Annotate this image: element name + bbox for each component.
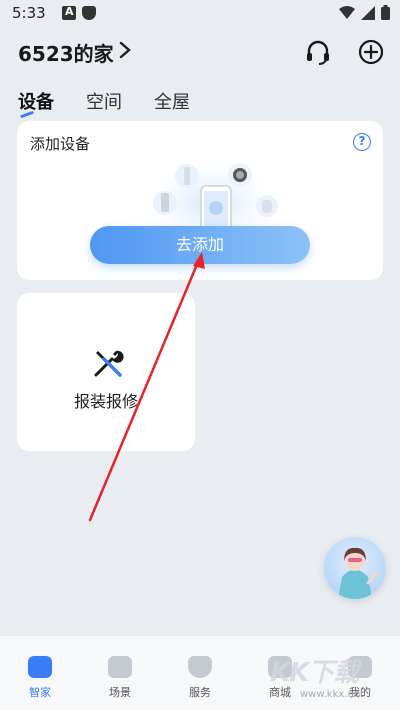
- go-add-button[interactable]: 去添加: [90, 226, 310, 264]
- home-icon: [28, 656, 52, 678]
- tab-bar: 设备 空间 全屋: [18, 88, 222, 114]
- watermark-url: www.kkx.net: [300, 689, 364, 700]
- tab-whole-house[interactable]: 全屋: [154, 88, 190, 114]
- battery-icon: [381, 5, 390, 20]
- add-circle-icon[interactable]: [357, 38, 385, 66]
- shield-notification-icon: [82, 6, 96, 20]
- chevron-right-icon[interactable]: [119, 41, 131, 59]
- wifi-icon: [339, 5, 355, 19]
- scene-icon: [108, 656, 132, 678]
- tools-icon: [94, 350, 124, 377]
- signal-icon: [361, 5, 375, 20]
- nav-label: 智家: [29, 686, 51, 699]
- status-time: 5:33: [12, 4, 46, 22]
- assistant-figure: [338, 547, 378, 599]
- notification-a-icon: [62, 5, 76, 20]
- nav-scenes[interactable]: 场景: [90, 656, 150, 710]
- add-device-title: 添加设备: [30, 135, 91, 153]
- tab-spaces[interactable]: 空间: [86, 88, 122, 114]
- home-name[interactable]: 6523的家: [18, 38, 114, 67]
- nav-services[interactable]: 服务: [170, 656, 230, 710]
- nav-label: 场景: [109, 686, 131, 699]
- system-indicators: [339, 5, 390, 20]
- help-icon[interactable]: ?: [353, 133, 371, 151]
- tab-devices[interactable]: 设备: [18, 88, 54, 114]
- status-bar: 5:33: [0, 0, 400, 28]
- install-repair-card[interactable]: 报装报修: [17, 293, 195, 451]
- add-device-card: 添加设备 ? 去添加: [17, 121, 383, 280]
- install-repair-label: 报装报修: [73, 392, 138, 411]
- watermark: KK下载: [270, 658, 359, 688]
- assistant-avatar[interactable]: [324, 537, 386, 599]
- headset-icon[interactable]: [304, 38, 332, 66]
- shield-check-icon: [188, 656, 212, 678]
- nav-label: 服务: [189, 686, 211, 699]
- nav-smart-home[interactable]: 智家: [10, 656, 70, 710]
